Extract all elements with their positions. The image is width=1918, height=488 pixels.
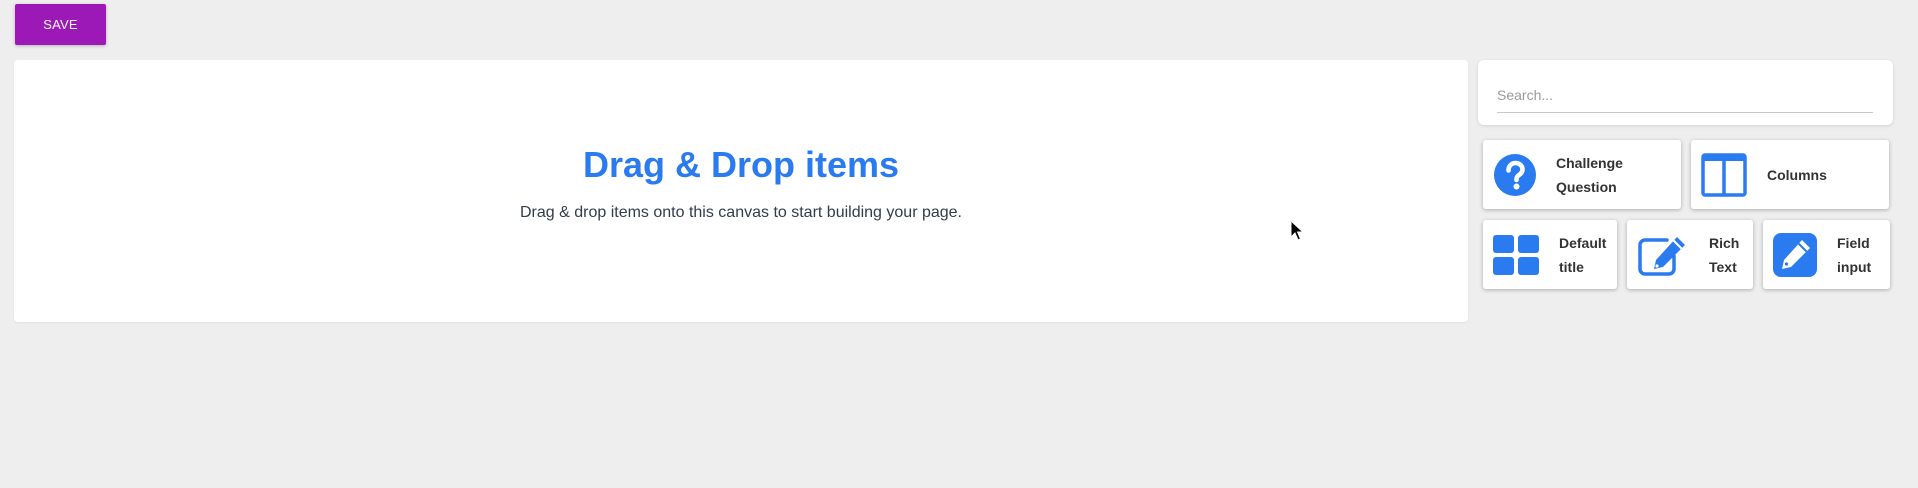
- mouse-cursor-icon: [1290, 220, 1304, 241]
- widget-label: Columns: [1767, 166, 1827, 183]
- question-circle-icon: [1493, 153, 1537, 197]
- edit-square-icon: [1637, 234, 1689, 276]
- widget-label: Default title: [1559, 234, 1607, 275]
- search-panel: [1478, 60, 1893, 125]
- widget-label: Field input: [1837, 234, 1872, 275]
- widget-default-title[interactable]: Default title: [1483, 220, 1617, 289]
- widget-rich-text[interactable]: Rich Text: [1627, 220, 1753, 289]
- drop-canvas[interactable]: Drag & Drop items Drag & drop items onto…: [14, 60, 1468, 322]
- canvas-subtitle: Drag & drop items onto this canvas to st…: [519, 204, 962, 221]
- widget-columns[interactable]: Columns: [1691, 140, 1889, 209]
- search-input[interactable]: [1497, 82, 1873, 113]
- widget-label: Challenge Question: [1556, 154, 1623, 195]
- widget-field-input[interactable]: Field input: [1763, 220, 1890, 289]
- widget-challenge-question[interactable]: Challenge Question: [1483, 140, 1681, 209]
- canvas-title: Drag & Drop items: [582, 144, 900, 185]
- widget-label: Rich Text: [1709, 234, 1740, 275]
- grid-icon: [1493, 234, 1539, 275]
- columns-icon: [1701, 152, 1747, 197]
- save-button[interactable]: SAVE: [15, 4, 106, 45]
- pencil-box-icon: [1773, 232, 1817, 277]
